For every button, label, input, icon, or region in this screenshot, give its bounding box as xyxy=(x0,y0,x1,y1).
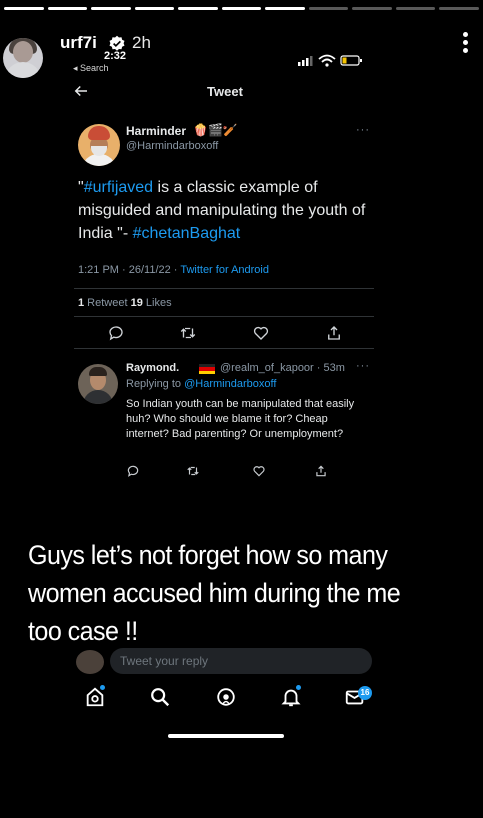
tweet-actions xyxy=(78,324,374,344)
hashtag-link[interactable]: #chetanBaghat xyxy=(133,225,241,242)
home-indicator[interactable] xyxy=(168,734,284,738)
reply-icon[interactable] xyxy=(126,464,140,478)
like-icon[interactable] xyxy=(252,324,270,342)
story-progress-segment xyxy=(4,7,44,10)
hashtag-link[interactable]: #urfijaved xyxy=(84,179,153,196)
story-username[interactable]: urf7i xyxy=(60,33,97,53)
signal-icon xyxy=(298,56,313,66)
share-icon[interactable] xyxy=(325,324,343,342)
germany-flag-icon xyxy=(199,364,215,374)
reply-input[interactable]: Tweet your reply xyxy=(110,648,372,674)
tweet-text: "#urfijaved is a classic example of misg… xyxy=(78,179,366,242)
reply-composer: Tweet your reply xyxy=(76,648,374,674)
reply-text: So Indian youth can be manipulated that … xyxy=(126,398,355,440)
story-progress-segment xyxy=(439,7,480,10)
bottom-nav: 16 xyxy=(62,682,388,716)
reply-actions xyxy=(126,464,326,478)
story-avatar[interactable] xyxy=(3,38,43,78)
tweet-stats[interactable]: 1 Retweet 19 Likes xyxy=(78,297,172,309)
author-avatar[interactable] xyxy=(78,124,120,166)
share-icon[interactable] xyxy=(314,464,328,478)
reply-author-avatar[interactable] xyxy=(78,364,118,404)
replying-to: Replying to @Harmindarboxoff xyxy=(126,378,277,390)
retweet-icon[interactable] xyxy=(179,324,197,342)
reply-author-handle[interactable]: @realm_of_kapoor · 53m xyxy=(220,362,345,374)
story-progress-segment xyxy=(308,7,349,10)
author-handle[interactable]: @Harmindarboxoff xyxy=(126,140,218,152)
tweet-timestamp: 1:21 PM · 26/11/22 · Twitter for Android xyxy=(78,264,269,276)
tweet-source-link[interactable]: Twitter for Android xyxy=(180,264,269,276)
messages-badge: 16 xyxy=(358,686,372,700)
reply-author-name[interactable]: Raymond. xyxy=(126,362,179,374)
story-progress-segment xyxy=(265,7,305,10)
tweet-screen-header: Tweet xyxy=(62,80,388,106)
retweet-icon[interactable] xyxy=(186,464,200,478)
status-bar-icons xyxy=(298,54,362,67)
home-notification-dot xyxy=(100,685,105,690)
notifications-dot xyxy=(296,685,301,690)
story-progress-segment xyxy=(178,7,218,10)
replying-to-link[interactable]: @Harmindarboxoff xyxy=(184,378,276,390)
page-title: Tweet xyxy=(207,84,243,99)
author-name[interactable]: Harminder xyxy=(126,124,186,138)
story-progress-segment xyxy=(395,7,436,10)
author-emojis: 🍿🎬🏏 xyxy=(193,123,238,137)
story-time-ago: 2h xyxy=(132,33,151,52)
story-progress-segment xyxy=(352,7,392,10)
story-progress-segment xyxy=(134,7,175,10)
battery-icon xyxy=(340,55,362,66)
reply-icon[interactable] xyxy=(107,324,125,342)
search-icon[interactable] xyxy=(149,686,171,708)
story-progress-segment xyxy=(47,7,88,10)
wifi-icon xyxy=(318,54,336,63)
story-progress-segment xyxy=(91,7,131,10)
story-progress-segment xyxy=(221,7,262,10)
back-to-search-link: ◂ Search xyxy=(73,63,109,73)
more-options-icon[interactable] xyxy=(461,32,469,56)
divider xyxy=(74,316,374,317)
story-caption: Guys let’s not forget how so many women … xyxy=(28,540,401,646)
like-icon[interactable] xyxy=(252,464,266,478)
story-progress-bar xyxy=(4,7,480,10)
composer-avatar xyxy=(76,650,104,674)
tweet-more-icon[interactable]: ··· xyxy=(356,124,370,136)
clock-sticker: 2:32 xyxy=(104,50,127,62)
reply-more-icon[interactable]: ··· xyxy=(356,360,370,372)
story-header: urf7i 2:32 2h xyxy=(0,16,483,86)
divider xyxy=(74,288,374,289)
spaces-icon[interactable] xyxy=(215,686,237,708)
divider xyxy=(74,348,374,349)
reply-tweet[interactable]: Raymond. @realm_of_kapoor · 53m ··· Repl… xyxy=(62,352,388,482)
